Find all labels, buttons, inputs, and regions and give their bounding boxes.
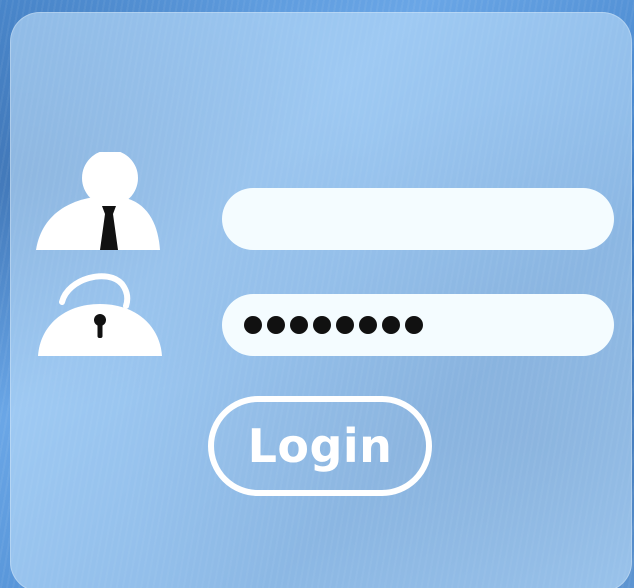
login-button-label: Login <box>247 419 393 473</box>
username-input[interactable] <box>222 188 614 250</box>
password-dot <box>405 316 423 334</box>
password-dot <box>382 316 400 334</box>
lock-icon <box>36 268 164 358</box>
login-screen: Login <box>0 0 634 588</box>
user-icon <box>34 152 162 252</box>
password-dot <box>336 316 354 334</box>
password-mask <box>244 316 423 334</box>
password-dot <box>244 316 262 334</box>
password-dot <box>267 316 285 334</box>
login-button[interactable]: Login <box>208 396 432 496</box>
password-dot <box>290 316 308 334</box>
password-dot <box>359 316 377 334</box>
password-input[interactable] <box>222 294 614 356</box>
password-dot <box>313 316 331 334</box>
